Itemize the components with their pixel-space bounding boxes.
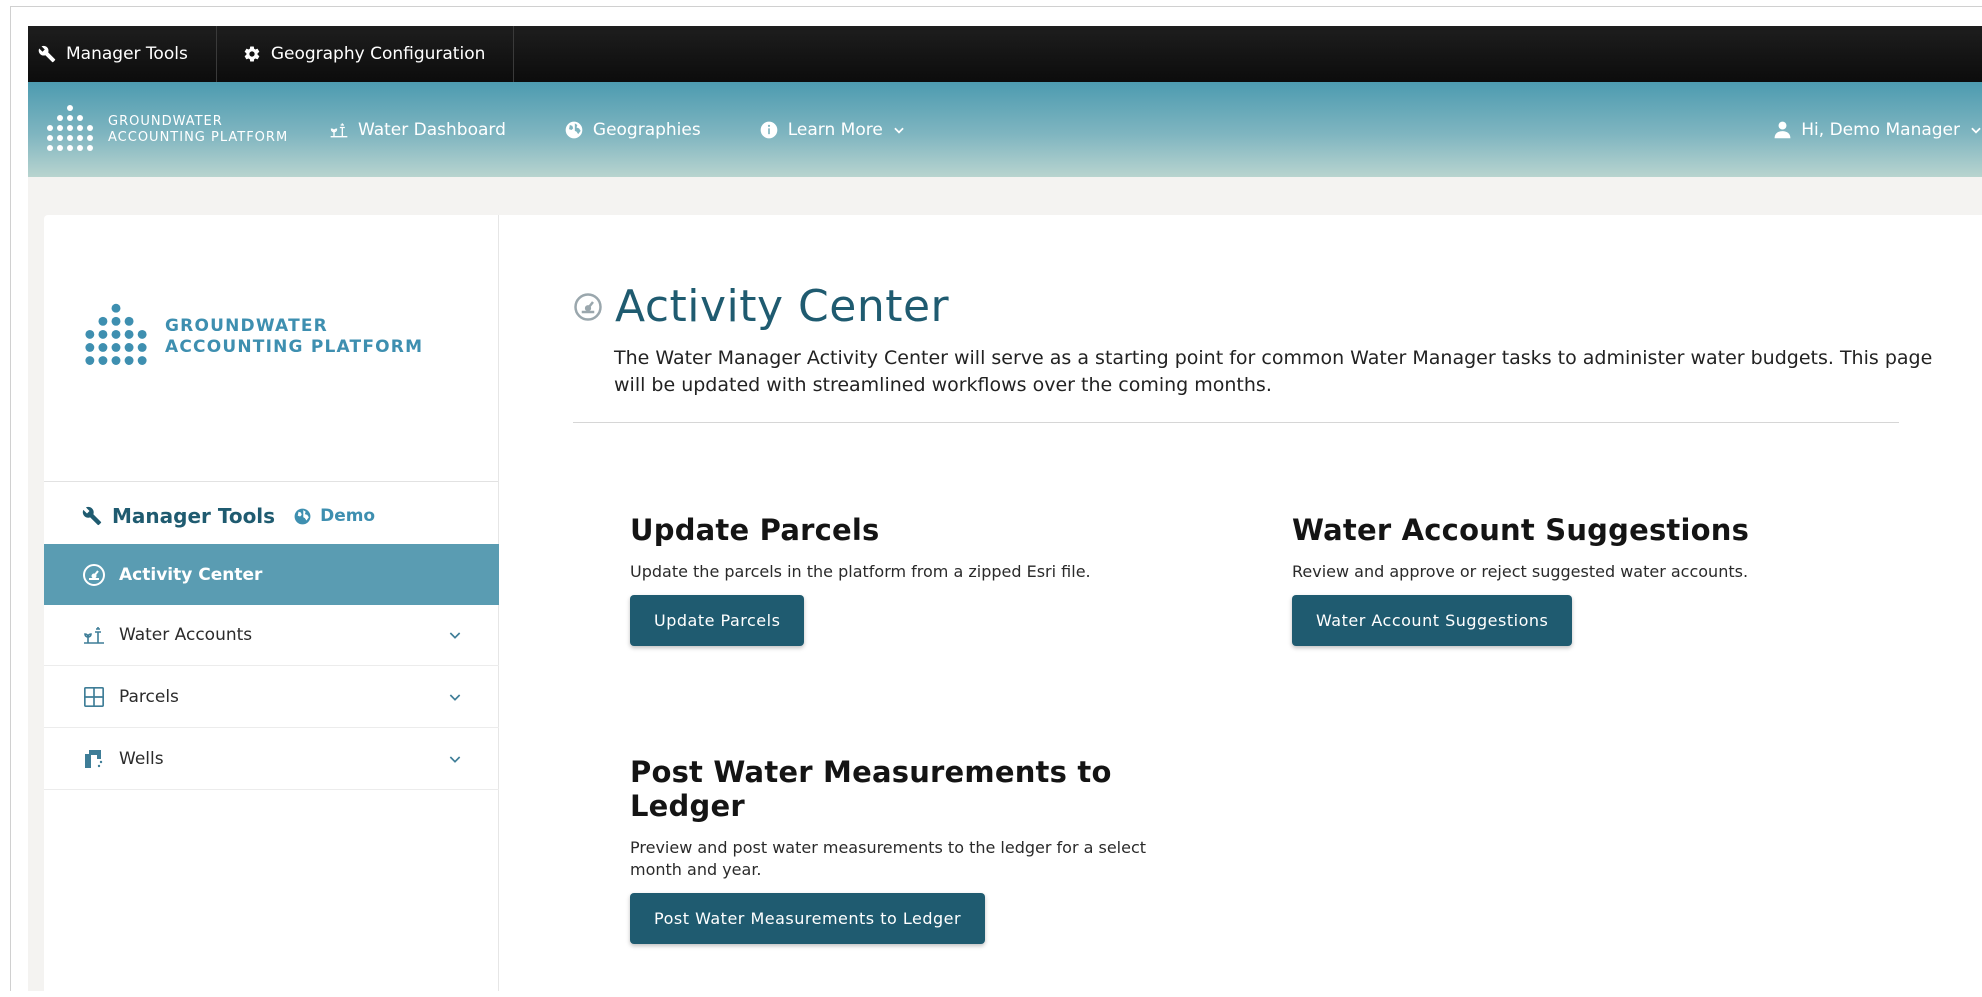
sidebar-item-water-accounts[interactable]: Water Accounts — [44, 605, 499, 666]
update-parcels-button[interactable]: Update Parcels — [630, 595, 805, 646]
tile-post-water-measurements: Post Water Measurements to Ledger Previe… — [630, 755, 1190, 944]
browser-frame: Manager Tools Geography Configuration GR… — [10, 6, 1982, 991]
dashboard-gauge-icon — [82, 563, 106, 587]
sidebar-item-label: Wells — [119, 749, 164, 769]
platform-logo-icon — [85, 303, 147, 365]
topbar-manager-tools-label: Manager Tools — [66, 44, 188, 64]
page-title-row: Activity Center — [573, 281, 949, 332]
navbar-brand-line2: ACCOUNTING PLATFORM — [108, 129, 289, 145]
chevron-down-icon — [1971, 127, 1981, 134]
wrench-icon — [38, 45, 56, 63]
nav-geographies[interactable]: Geographies — [564, 120, 701, 140]
sidebar-brand-line1: GROUNDWATER — [165, 316, 328, 336]
globe-icon — [565, 121, 583, 138]
sidebar-brand: GROUNDWATER ACCOUNTING PLATFORM — [82, 303, 423, 371]
app-root: Manager Tools Geography Configuration GR… — [28, 26, 1982, 991]
page-description: The Water Manager Activity Center will s… — [614, 347, 1933, 396]
sidebar-brand-line2: ACCOUNTING PLATFORM — [165, 337, 424, 357]
nav-water-dashboard[interactable]: Water Dashboard — [329, 120, 506, 140]
dashboard-gauge-icon — [574, 292, 602, 321]
tile-description: Preview and post water measurements to t… — [630, 838, 1147, 879]
topbar-manager-tools[interactable]: Manager Tools — [28, 26, 217, 82]
well-icon — [82, 747, 106, 771]
sidebar-item-label: Activity Center — [119, 564, 263, 585]
sidebar-item-label: Parcels — [119, 687, 179, 707]
post-water-measurements-button[interactable]: Post Water Measurements to Ledger — [630, 893, 986, 944]
sidebar-header-title: Manager Tools — [112, 504, 276, 528]
platform-logo-icon — [47, 104, 93, 151]
wrench-icon — [82, 506, 102, 526]
sidebar-item-parcels[interactable]: Parcels — [44, 667, 499, 728]
main-navbar: GROUNDWATER ACCOUNTING PLATFORM Water Da… — [28, 82, 1982, 177]
sidebar-item-wells[interactable]: Wells — [44, 729, 499, 790]
content-card: GROUNDWATER ACCOUNTING PLATFORM Manager … — [44, 215, 1982, 991]
sidebar-header: Manager Tools Demo — [82, 499, 375, 533]
tile-description: Update the parcels in the platform from … — [630, 562, 1091, 581]
tile-water-account-suggestions: Water Account Suggestions Review and app… — [1292, 513, 1892, 646]
sidebar-divider — [44, 481, 498, 482]
water-account-icon — [82, 623, 106, 647]
main-content: Activity Center The Water Manager Activi… — [499, 215, 1982, 991]
nav-learn-more-label: Learn More — [787, 119, 883, 140]
water-dashboard-icon — [330, 122, 348, 137]
water-account-suggestions-button[interactable]: Water Account Suggestions — [1292, 595, 1573, 646]
nav-water-dashboard-label: Water Dashboard — [358, 119, 506, 140]
tile-description: Review and approve or reject suggested w… — [1292, 562, 1749, 581]
tile-title: Post Water Measurements to Ledger — [630, 755, 1112, 823]
tile-update-parcels: Update Parcels Update the parcels in the… — [630, 513, 1190, 646]
nav-geographies-label: Geographies — [592, 119, 701, 140]
gear-icon — [244, 46, 260, 62]
parcel-grid-icon — [82, 685, 106, 709]
chevron-down-icon — [894, 127, 904, 134]
sidebar-geography-label: Demo — [320, 506, 376, 526]
nav-learn-more[interactable]: Learn More — [759, 120, 906, 140]
chevron-down-icon[interactable] — [447, 627, 463, 643]
navbar-brand[interactable]: GROUNDWATER ACCOUNTING PLATFORM — [44, 104, 329, 156]
info-icon — [760, 121, 778, 138]
page-divider — [573, 422, 1899, 423]
chevron-down-icon[interactable] — [447, 751, 463, 767]
navbar-brand-text: GROUNDWATER ACCOUNTING PLATFORM — [108, 114, 288, 146]
sidebar-geography-badge[interactable]: Demo — [293, 506, 375, 526]
tile-title: Water Account Suggestions — [1292, 513, 1750, 547]
sidebar-brand-text: GROUNDWATER ACCOUNTING PLATFORM — [165, 316, 423, 358]
manager-toolbar: Manager Tools Geography Configuration — [28, 26, 1982, 82]
page-title: Activity Center — [615, 281, 950, 332]
sidebar-item-label: Water Accounts — [119, 625, 253, 645]
topbar-geography-configuration-label: Geography Configuration — [270, 44, 486, 64]
user-icon — [1774, 121, 1791, 139]
sidebar: GROUNDWATER ACCOUNTING PLATFORM Manager … — [44, 215, 499, 991]
chevron-down-icon[interactable] — [447, 689, 463, 705]
tile-title: Update Parcels — [630, 513, 880, 547]
nav-user-menu[interactable]: Hi, Demo Manager — [1773, 82, 1982, 177]
globe-icon — [294, 508, 311, 524]
sidebar-item-activity-center[interactable]: Activity Center — [44, 544, 499, 605]
nav-user-label: Hi, Demo Manager — [1801, 119, 1960, 140]
topbar-geography-configuration[interactable]: Geography Configuration — [217, 26, 515, 82]
navbar-brand-line1: GROUNDWATER — [108, 113, 223, 129]
